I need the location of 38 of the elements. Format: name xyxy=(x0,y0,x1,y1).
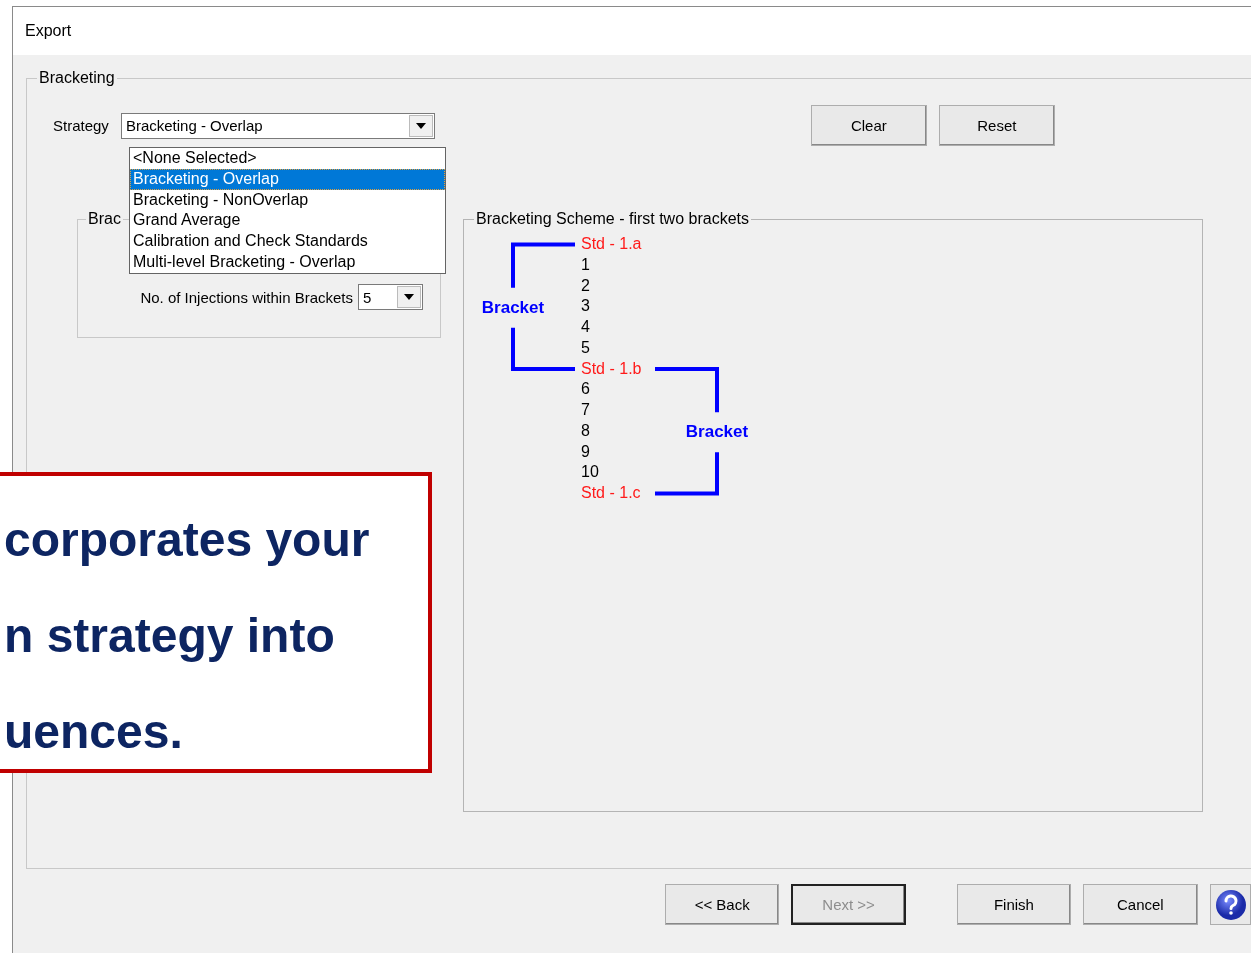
callout-text: n strategy into xyxy=(4,608,336,664)
injection-number: 6 xyxy=(581,379,591,400)
dropdown-option[interactable]: <None Selected> xyxy=(130,148,445,169)
standard-label: Std - 1.b xyxy=(581,358,642,379)
clear-button[interactable]: Clear xyxy=(810,105,927,146)
strategy-dropdown[interactable]: Bracketing - Overlap xyxy=(120,112,435,139)
injection-number: 1 xyxy=(581,254,591,275)
injection-number: 2 xyxy=(581,275,591,296)
group-title: Bracketing xyxy=(38,69,116,87)
injection-number: 7 xyxy=(581,400,591,420)
standard-label: Std - 1.a xyxy=(581,234,642,254)
injection-number: 3 xyxy=(581,296,591,317)
bracket-label: Bracket xyxy=(685,422,749,443)
dropdown-option[interactable]: Calibration and Check Standards xyxy=(130,231,445,252)
reset-button[interactable]: Reset xyxy=(938,105,1055,146)
help-button[interactable] xyxy=(1209,884,1251,925)
injection-number: 10 xyxy=(581,462,600,483)
window-title: Export xyxy=(25,22,72,40)
injection-number: 5 xyxy=(581,337,591,358)
back-button[interactable]: << Back xyxy=(665,884,780,925)
standard-label: Std - 1.c xyxy=(581,483,642,503)
injection-number: 8 xyxy=(581,420,591,441)
field-label: Strategy xyxy=(53,117,109,134)
injections-dropdown[interactable]: 5 xyxy=(358,284,423,310)
callout-text: uences. xyxy=(4,704,184,760)
injection-number: 4 xyxy=(581,317,591,337)
dropdown-option[interactable]: Bracketing - NonOverlap xyxy=(130,189,445,211)
dropdown-option[interactable]: Grand Average xyxy=(130,210,445,232)
group-title: Bracketing Scheme - first two brackets xyxy=(475,210,750,228)
dropdown-option[interactable]: Multi-level Bracketing - Overlap xyxy=(130,252,445,273)
dropdown-option[interactable]: Bracketing - Overlap xyxy=(130,168,445,190)
group-title: Brac xyxy=(87,210,122,228)
bracket-label: Bracket xyxy=(481,297,545,318)
injection-number: 9 xyxy=(581,441,591,462)
callout-text: corporates your xyxy=(4,512,371,568)
finish-button[interactable]: Finish xyxy=(956,884,1072,925)
cancel-button[interactable]: Cancel xyxy=(1083,884,1198,925)
field-label: No. of Injections within Brackets xyxy=(140,288,353,306)
